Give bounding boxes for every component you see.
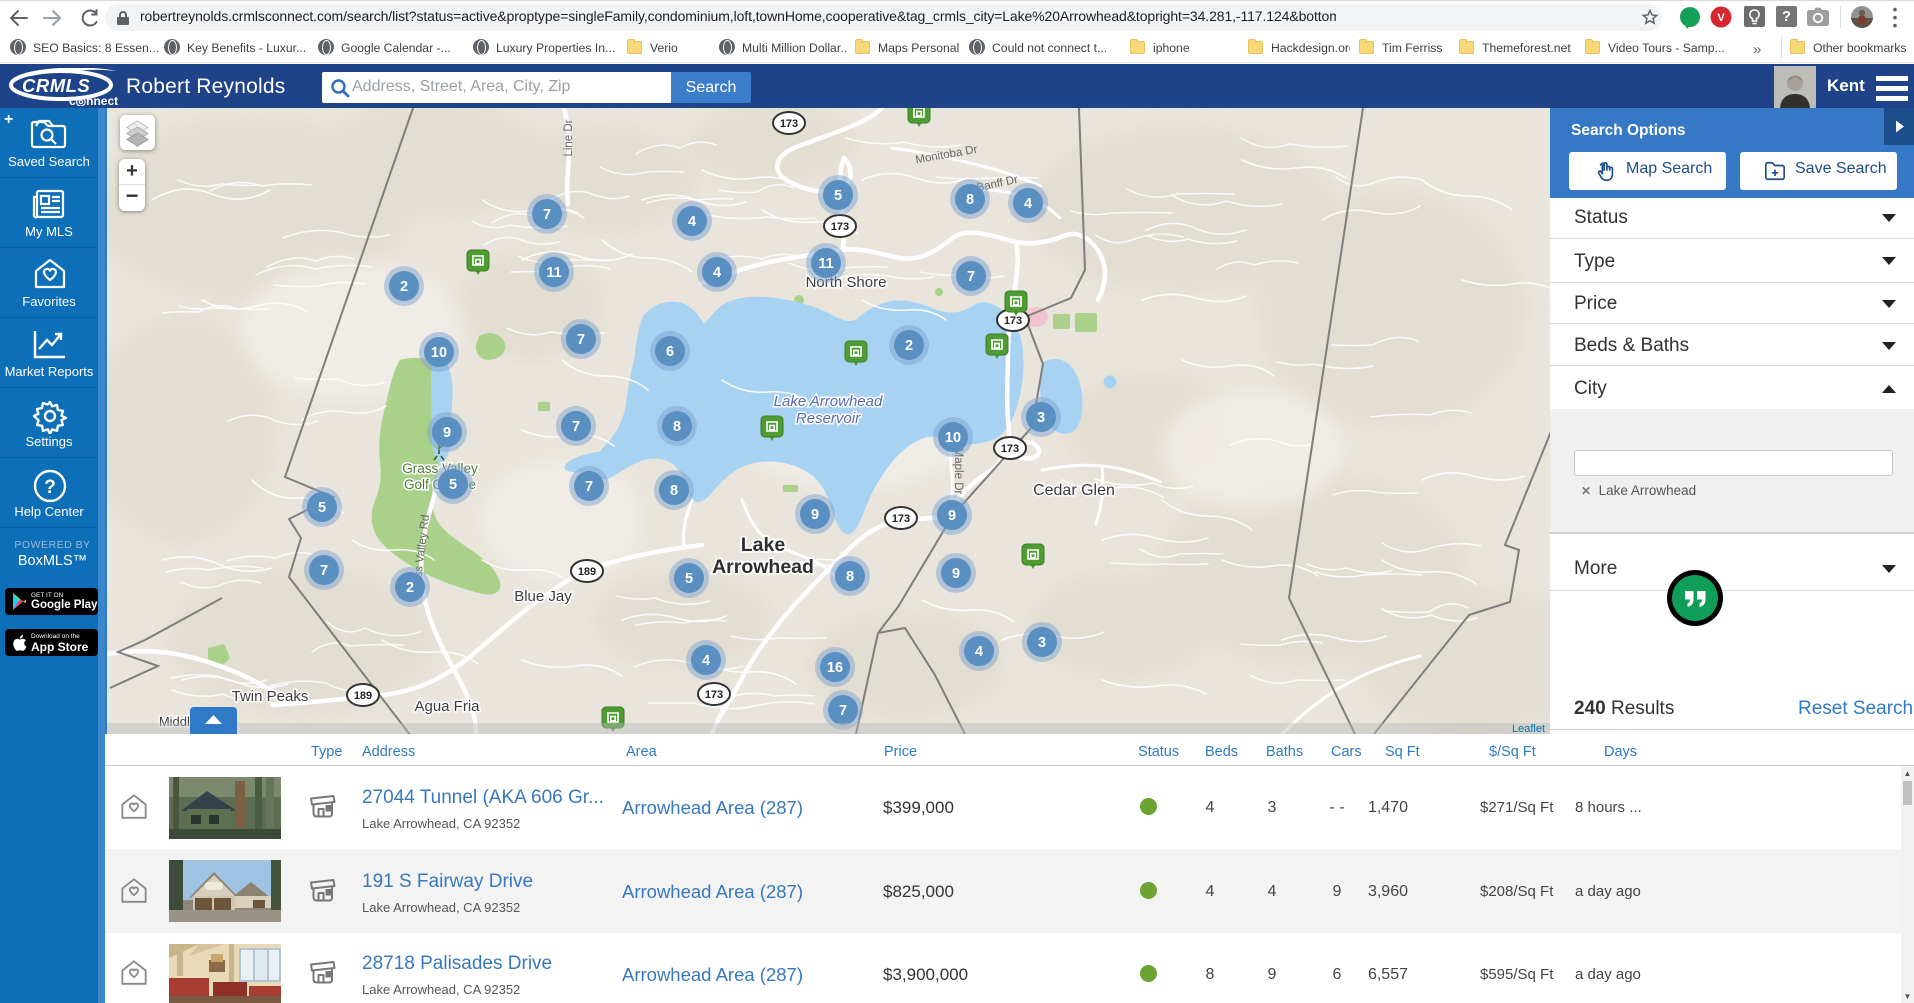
svg-text:Arrowhead: Arrowhead <box>712 556 814 578</box>
svg-text:7: 7 <box>572 419 580 435</box>
svg-text:8: 8 <box>673 419 681 435</box>
svg-text:7: 7 <box>967 269 975 285</box>
svg-text:5: 5 <box>318 500 326 516</box>
svg-text:9: 9 <box>811 507 819 523</box>
svg-text:2: 2 <box>400 279 408 295</box>
svg-text:10: 10 <box>431 345 447 361</box>
svg-text:7: 7 <box>585 479 593 495</box>
svg-text:7: 7 <box>839 703 847 719</box>
svg-text:11: 11 <box>818 256 833 272</box>
svg-text:Cedar Glen: Cedar Glen <box>1033 482 1115 499</box>
svg-text:7: 7 <box>577 332 585 348</box>
svg-text:3: 3 <box>1037 410 1045 426</box>
svg-text:173: 173 <box>831 221 849 233</box>
svg-text:6: 6 <box>666 344 674 360</box>
svg-text:Agua Fria: Agua Fria <box>414 698 480 715</box>
svg-text:5: 5 <box>834 188 842 204</box>
svg-text:Line Dr: Line Dr <box>563 119 575 156</box>
svg-text:173: 173 <box>892 513 910 525</box>
svg-text:Blue Jay: Blue Jay <box>514 588 572 605</box>
svg-text:173: 173 <box>1004 315 1022 327</box>
svg-text:4: 4 <box>702 653 710 669</box>
svg-text:7: 7 <box>543 207 551 223</box>
svg-text:CRMLS: CRMLS <box>22 75 90 96</box>
svg-text:173: 173 <box>780 118 798 130</box>
svg-text:Leaflet: Leaflet <box>1512 723 1545 734</box>
svg-text:173: 173 <box>705 689 723 701</box>
svg-text:2: 2 <box>905 338 913 354</box>
svg-text:5: 5 <box>685 571 693 587</box>
svg-text:V: V <box>1717 12 1725 24</box>
svg-text:189: 189 <box>578 566 596 578</box>
svg-text:4: 4 <box>975 644 983 660</box>
svg-text:Twin Peaks: Twin Peaks <box>232 688 309 705</box>
svg-text:5: 5 <box>449 477 457 493</box>
svg-text:8: 8 <box>670 483 678 499</box>
svg-text:8: 8 <box>846 569 854 585</box>
svg-text:Reservoir: Reservoir <box>796 410 861 427</box>
svg-text:4: 4 <box>688 214 696 230</box>
svg-text:Lake: Lake <box>741 534 786 556</box>
svg-text:173: 173 <box>1001 443 1019 455</box>
svg-text:?: ? <box>44 477 56 498</box>
svg-text:9: 9 <box>443 425 451 441</box>
svg-text:2: 2 <box>406 580 414 596</box>
svg-text:10: 10 <box>945 430 961 446</box>
svg-text:11: 11 <box>546 265 561 281</box>
svg-text:9: 9 <box>948 508 956 524</box>
svg-text:4: 4 <box>1024 196 1032 212</box>
svg-text:4: 4 <box>713 265 721 281</box>
svg-text:16: 16 <box>827 660 843 676</box>
svg-text:8: 8 <box>966 192 974 208</box>
svg-text:3: 3 <box>1038 635 1046 651</box>
svg-text:9: 9 <box>952 566 960 582</box>
svg-text:7: 7 <box>320 563 328 579</box>
svg-text:189: 189 <box>354 690 372 702</box>
svg-text:Lake Arrowhead: Lake Arrowhead <box>774 393 883 410</box>
svg-text:c◎nnect: c◎nnect <box>69 94 118 106</box>
